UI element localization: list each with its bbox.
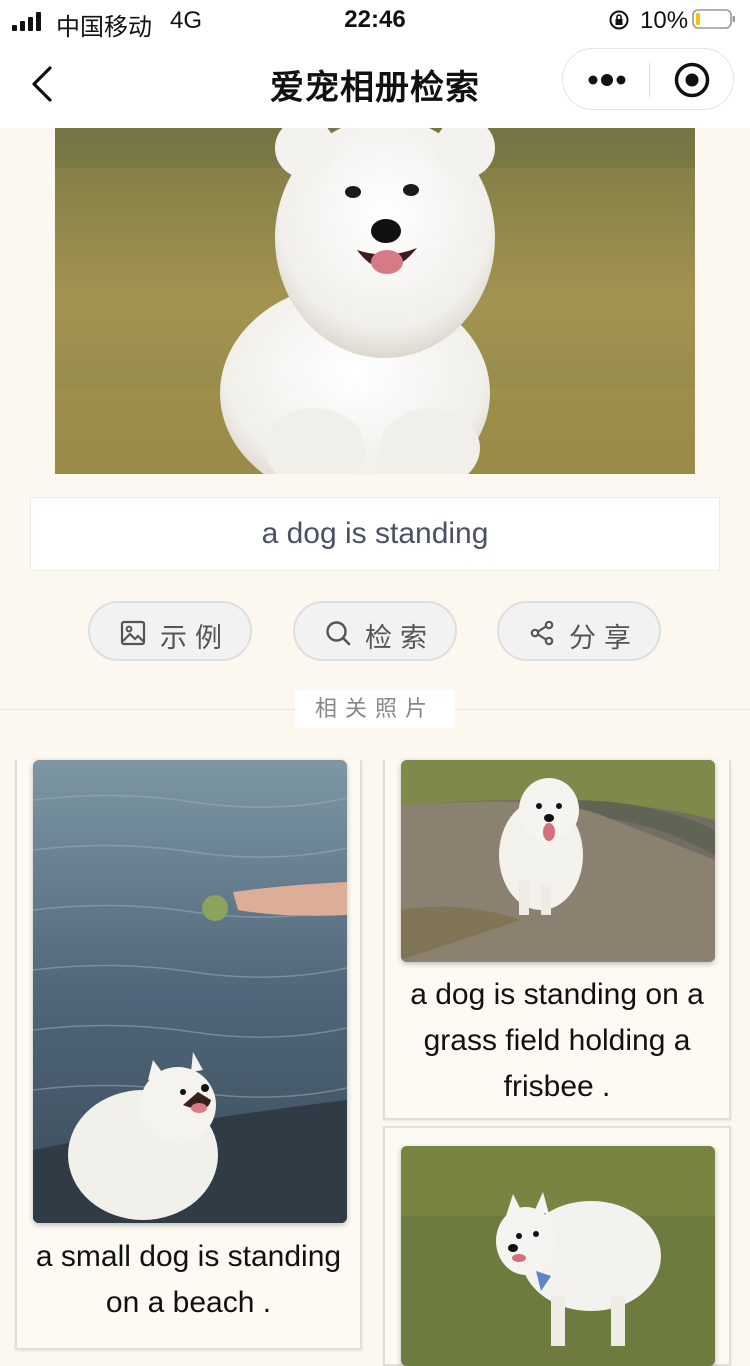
nav-bar: 爱宠相册检索	[0, 40, 750, 128]
caption-query-field[interactable]: a dog is standing	[30, 497, 720, 571]
query-photo[interactable]	[55, 128, 695, 474]
status-time: 22:46	[344, 6, 406, 33]
result-card[interactable]: a dog is standing on a grass field holdi…	[383, 760, 731, 1120]
battery-percent: 10%	[640, 7, 689, 34]
search-icon	[326, 621, 351, 646]
dog-grass-photo	[401, 1146, 715, 1366]
related-photos-heading: 相关照片	[295, 690, 455, 728]
example-button-label: 示例	[160, 623, 230, 653]
result-caption: a dog is standing on a grass field holdi…	[410, 978, 704, 1103]
share-button-label: 分享	[569, 623, 639, 653]
rotation-lock-icon	[609, 10, 629, 30]
example-button[interactable]: 示例	[88, 601, 252, 661]
samoyed-grass-photo	[55, 128, 695, 474]
result-card[interactable]: a small dog is standing on a beach .	[15, 760, 362, 1350]
battery-icon	[692, 9, 735, 29]
mini-program-capsule	[562, 48, 734, 110]
result-card[interactable]	[383, 1126, 731, 1366]
search-button-label: 检索	[365, 623, 435, 653]
share-button[interactable]: 分享	[497, 601, 661, 661]
search-button[interactable]: 检索	[293, 601, 457, 661]
dog-beach-photo	[33, 760, 347, 1223]
target-circle-icon[interactable]	[673, 61, 711, 99]
result-photo[interactable]	[401, 1146, 715, 1366]
dog-road-photo	[401, 760, 715, 962]
status-bar: 中国移动 4G 22:46 10%	[0, 0, 750, 41]
more-dots-icon[interactable]	[585, 65, 629, 95]
image-icon	[120, 620, 146, 646]
result-caption: a small dog is standing on a beach .	[35, 1240, 342, 1319]
result-photo[interactable]	[33, 760, 347, 1223]
share-icon	[530, 620, 554, 646]
capsule-divider	[649, 63, 650, 97]
result-photo[interactable]	[401, 760, 715, 962]
